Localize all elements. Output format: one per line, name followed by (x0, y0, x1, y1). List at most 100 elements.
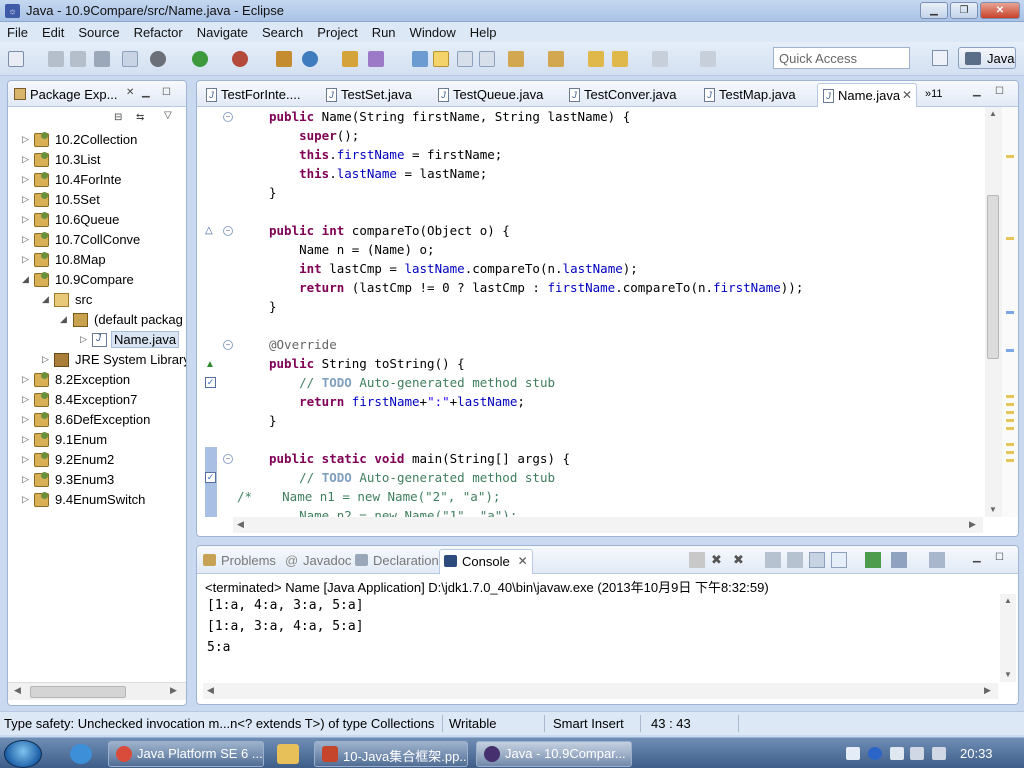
close-button[interactable]: ✕ (980, 2, 1020, 19)
tree-item[interactable]: ▷ 10.3List (8, 150, 186, 170)
print-icon[interactable] (94, 51, 110, 67)
pin-editor-icon[interactable] (700, 51, 716, 67)
link-with-editor-icon[interactable]: ⇆ (136, 112, 144, 123)
scroll-up-icon[interactable]: ▲ (989, 109, 997, 118)
taskbar-item-eclipse[interactable]: Java - 10.9Compar... (476, 741, 632, 767)
tree-item[interactable]: ▷ 8.2Exception (8, 370, 186, 390)
minimize-console-icon[interactable]: ▁ (973, 552, 981, 563)
minimize-button[interactable]: ▁ (920, 2, 948, 19)
new-icon[interactable] (8, 51, 24, 67)
console-horizontal-scrollbar[interactable]: ◀ ▶ (203, 683, 998, 699)
show-hidden-icons[interactable] (890, 747, 904, 760)
fold-icon[interactable]: − (223, 340, 233, 350)
last-edit-location-icon[interactable] (588, 51, 604, 67)
tree-item[interactable]: ▷ 9.3Enum3 (8, 470, 186, 490)
display-console-icon[interactable] (891, 552, 907, 568)
tree-item[interactable]: ▷ 8.6DefException (8, 410, 186, 430)
view-menu-icon[interactable]: ▽ (164, 110, 172, 121)
block-selection-icon[interactable] (457, 51, 473, 67)
tree-item[interactable]: ▷ 10.4ForInte (8, 170, 186, 190)
taskbar-item-chrome[interactable]: Java Platform SE 6 ... (108, 741, 264, 767)
forward-icon[interactable] (652, 51, 668, 67)
tab-testqueue[interactable]: J TestQueue.java (433, 83, 553, 107)
menu-edit[interactable]: Edit (35, 25, 71, 40)
task-marker-icon[interactable]: ✓ (205, 377, 216, 388)
show-on-stderr-icon[interactable] (831, 552, 847, 568)
internet-explorer-icon[interactable] (70, 744, 92, 764)
tree-item[interactable]: ▷ 10.7CollConve (8, 230, 186, 250)
scroll-down-icon[interactable]: ▼ (1004, 670, 1012, 679)
maximize-console-icon[interactable]: ☐ (995, 552, 1004, 563)
tab-testconver[interactable]: J TestConver.java (564, 83, 689, 107)
tab-console[interactable]: Console ✕ (439, 549, 533, 574)
warning-marker[interactable] (1006, 395, 1014, 398)
menu-navigate[interactable]: Navigate (190, 25, 255, 40)
maximize-editor-icon[interactable]: ☐ (995, 86, 1004, 97)
warning-marker[interactable] (1006, 451, 1014, 454)
scroll-down-icon[interactable]: ▼ (989, 505, 997, 514)
save-all-icon[interactable] (70, 51, 86, 67)
view-menu-close-icon[interactable]: ✕ (126, 87, 134, 98)
tree-item[interactable]: ◢ 10.9Compare (8, 270, 186, 290)
toggle-mark-occurrences-icon[interactable] (412, 51, 428, 67)
start-button[interactable] (4, 740, 42, 768)
warning-marker[interactable] (1006, 237, 1014, 240)
taskbar-clock[interactable]: 20:33 (960, 746, 993, 761)
horizontal-scrollbar[interactable]: ◀ ▶ (8, 682, 186, 700)
occurrence-marker[interactable] (1006, 311, 1014, 314)
tree-item[interactable]: ▷ 10.8Map (8, 250, 186, 270)
new-java-project-icon[interactable] (276, 51, 292, 67)
code-area[interactable]: − public Name(String firstName, String l… (197, 107, 987, 517)
tree-item[interactable]: ▷ 9.2Enum2 (8, 450, 186, 470)
maximize-view-icon[interactable]: ☐ (162, 87, 171, 98)
scroll-lock-icon[interactable] (787, 552, 803, 568)
scroll-up-icon[interactable]: ▲ (1004, 596, 1012, 605)
occurrence-marker[interactable] (1006, 349, 1014, 352)
collapse-all-icon[interactable]: ⊟ (114, 112, 122, 123)
menu-refactor[interactable]: Refactor (127, 25, 190, 40)
run-icon[interactable] (192, 51, 208, 67)
tree-item[interactable]: ▷ JRE System Library (8, 350, 186, 370)
tab-overflow[interactable]: »11 (925, 88, 943, 100)
overrides-marker-icon[interactable]: △ (205, 225, 217, 237)
open-perspective-icon[interactable] (932, 50, 948, 66)
tree-item[interactable]: ◢ src (8, 290, 186, 310)
close-tab-icon[interactable]: ✕ (518, 554, 528, 568)
fold-icon[interactable]: − (223, 112, 233, 122)
keyboard-icon[interactable] (846, 747, 860, 760)
minimize-editor-icon[interactable]: ▁ (973, 86, 981, 97)
previous-annotation-icon[interactable] (548, 51, 564, 67)
show-whitespace-icon[interactable] (479, 51, 495, 67)
warning-marker[interactable] (1006, 459, 1014, 462)
volume-icon[interactable] (932, 747, 946, 760)
scroll-left-icon[interactable]: ◀ (14, 685, 21, 696)
menu-file[interactable]: File (0, 25, 35, 40)
scroll-left-icon[interactable]: ◀ (237, 519, 244, 530)
scroll-thumb[interactable] (30, 686, 126, 698)
fold-icon[interactable]: − (223, 454, 233, 464)
scroll-right-icon[interactable]: ▶ (969, 519, 976, 530)
network-icon[interactable] (910, 747, 924, 760)
warning-marker[interactable] (1006, 411, 1014, 414)
tab-testmap[interactable]: J TestMap.java (699, 83, 809, 107)
tab-declaration[interactable]: Declaration (355, 553, 439, 568)
menu-window[interactable]: Window (403, 25, 463, 40)
tab-name-java[interactable]: J Name.java ✕ (817, 83, 917, 107)
search-icon[interactable] (368, 51, 384, 67)
fold-icon[interactable]: − (223, 226, 233, 236)
scroll-right-icon[interactable]: ▶ (170, 685, 177, 696)
tab-problems[interactable]: Problems (203, 553, 276, 568)
tree-item[interactable]: ▷ 10.2Collection (8, 130, 186, 150)
overview-ruler[interactable] (1002, 107, 1018, 517)
back-icon[interactable] (612, 51, 628, 67)
menu-run[interactable]: Run (365, 25, 403, 40)
tab-testforinte[interactable]: J TestForInte.... (201, 83, 311, 107)
open-console-icon[interactable] (929, 552, 945, 568)
tab-javadoc[interactable]: @ Javadoc (285, 553, 351, 568)
quick-access-input[interactable]: Quick Access (773, 47, 910, 69)
tree-item[interactable]: ▷ 10.6Queue (8, 210, 186, 230)
editor-horizontal-scrollbar[interactable]: ◀ ▶ (233, 517, 983, 533)
taskbar-item-powerpoint[interactable]: 10-Java集合框架.pp... (314, 741, 468, 767)
menu-help[interactable]: Help (463, 25, 504, 40)
file-explorer-icon[interactable] (277, 744, 299, 764)
